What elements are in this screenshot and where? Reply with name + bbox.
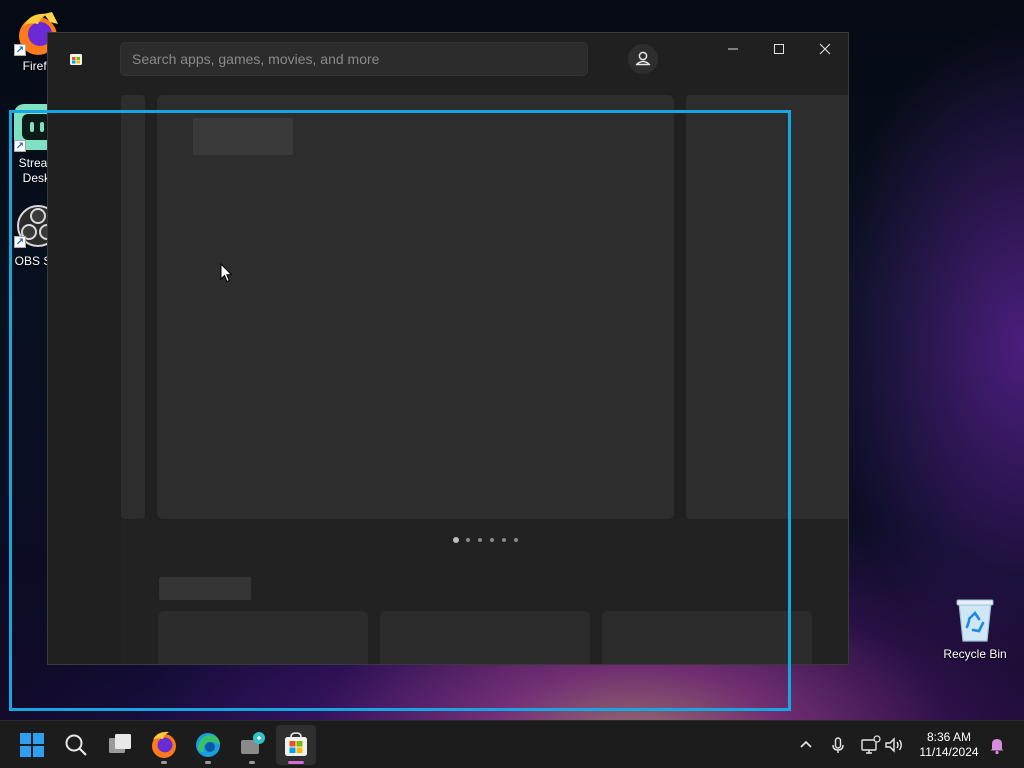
carousel-dot[interactable]: [466, 538, 470, 542]
carousel-dot[interactable]: [514, 538, 518, 542]
profile-icon: [635, 51, 651, 66]
close-icon: [819, 43, 831, 55]
desktop-icon-recycle-bin[interactable]: Recycle Bin: [940, 595, 1010, 665]
streamlabs-icon: [241, 732, 265, 754]
running-indicator: [161, 761, 167, 764]
shortcut-arrow-icon: ↗: [14, 44, 26, 56]
taskbar: 8:36 AM 11/14/2024: [0, 720, 1024, 768]
bell-icon[interactable]: [985, 733, 1009, 757]
taskbar-streamlabs[interactable]: [232, 725, 272, 765]
close-button[interactable]: [802, 33, 848, 65]
desktop-icon-label: Recycle Bin: [943, 647, 1007, 661]
running-indicator: [205, 761, 211, 764]
start-icon: [20, 733, 44, 757]
maximize-icon: [774, 44, 784, 54]
microphone-icon[interactable]: [826, 733, 850, 757]
start-button[interactable]: [12, 725, 52, 765]
clock[interactable]: 8:36 AM 11/14/2024: [914, 730, 984, 760]
network-icon[interactable]: [858, 733, 882, 757]
minimize-button[interactable]: [710, 33, 756, 65]
product-card[interactable]: [602, 611, 812, 664]
edge-icon: [196, 733, 220, 757]
taskbar-search-button[interactable]: [56, 725, 96, 765]
carousel-dot[interactable]: [490, 538, 494, 542]
minimize-icon: [728, 48, 738, 50]
maximize-button[interactable]: [756, 33, 802, 65]
hero-card-previous[interactable]: [121, 95, 145, 519]
carousel-dot[interactable]: [453, 537, 459, 543]
clock-time: 8:36 AM: [926, 730, 972, 744]
hero-card[interactable]: [157, 95, 674, 519]
firefox-icon: [152, 731, 176, 758]
recycle-bin-icon: [956, 599, 994, 642]
hero-card-next[interactable]: [686, 95, 848, 519]
search-icon: [65, 734, 87, 756]
product-card[interactable]: [380, 611, 590, 664]
mouse-cursor-icon: [220, 263, 233, 283]
task-view-button[interactable]: [100, 725, 140, 765]
microsoft-store-icon: [70, 54, 82, 65]
carousel-dot[interactable]: [478, 538, 482, 542]
profile-button[interactable]: [628, 44, 658, 74]
volume-icon[interactable]: [882, 733, 906, 757]
chevron-up-icon[interactable]: [794, 733, 818, 757]
search-input[interactable]: Search apps, games, movies, and more: [120, 42, 588, 76]
taskbar-microsoft-store[interactable]: [276, 725, 316, 765]
microsoft-store-window[interactable]: Search apps, games, movies, and more: [47, 32, 849, 665]
shortcut-arrow-icon: ↗: [14, 140, 26, 152]
product-card[interactable]: [158, 611, 368, 664]
shortcut-arrow-icon: ↗: [14, 236, 26, 248]
section-heading-placeholder: [159, 577, 251, 600]
carousel-dot[interactable]: [502, 538, 506, 542]
title-bar[interactable]: Search apps, games, movies, and more: [48, 33, 848, 85]
taskbar-edge[interactable]: [188, 725, 228, 765]
hero-title-placeholder: [193, 118, 293, 155]
clock-date: 11/14/2024: [919, 745, 979, 759]
microsoft-store-icon: [285, 732, 307, 756]
active-indicator: [288, 761, 304, 764]
task-view-icon: [109, 734, 131, 753]
taskbar-firefox[interactable]: [144, 725, 184, 765]
running-indicator: [249, 761, 255, 764]
